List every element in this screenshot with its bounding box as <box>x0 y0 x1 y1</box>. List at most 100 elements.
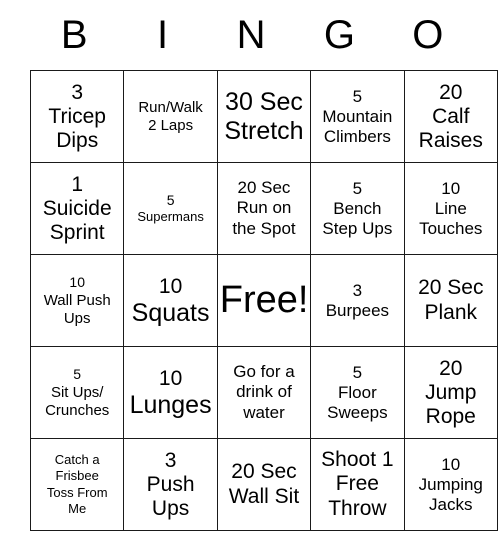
header-letter-o: O <box>412 13 444 57</box>
bingo-cell-label: Sit Ups/ Crunches <box>45 383 110 419</box>
bingo-cell-text: 10 Line Touches <box>407 178 495 239</box>
bingo-row: Catch a Frisbee Toss From Me 3 Push Ups 20 … <box>29 438 498 531</box>
bingo-cell-count: 5 <box>352 178 363 198</box>
bingo-cell-label: Wall Push Ups <box>43 291 111 327</box>
bingo-cell-count: 20 <box>439 80 463 104</box>
bingo-cell-text: 3 Tricep Dips <box>33 80 121 153</box>
bingo-cell-text: 10 Jumping Jacks <box>407 454 495 515</box>
bingo-cell[interactable]: 20 Sec Plank <box>403 254 498 347</box>
bingo-cell-count: 5 <box>73 366 82 383</box>
header-letter-g: G <box>323 13 355 57</box>
bingo-row: 5 Sit Ups/ Crunches 10 Lunges Go for a drink… <box>29 346 498 439</box>
bingo-cell-label: Tricep Dips <box>48 104 106 153</box>
bingo-cell-count: 20 <box>439 356 463 380</box>
bingo-cell[interactable]: 3 Burpees <box>310 254 405 347</box>
bingo-cell-label: Floor Sweeps <box>327 383 388 423</box>
bingo-cell-text: 3 Push Ups <box>126 448 214 521</box>
bingo-cell[interactable]: 3 Tricep Dips <box>29 70 125 163</box>
bingo-header: B I N G O <box>30 0 472 70</box>
bingo-free-label: Free! <box>219 278 309 321</box>
bingo-cell-count: 1 <box>71 172 84 196</box>
bingo-free-space[interactable]: Free! <box>216 254 312 347</box>
bingo-cell[interactable]: 30 Sec Stretch <box>216 70 312 163</box>
bingo-cell[interactable]: Go for a drink of water <box>216 346 312 439</box>
bingo-cell-count: 10 <box>441 178 461 198</box>
bingo-cell[interactable]: Catch a Frisbee Toss From Me <box>29 438 125 531</box>
bingo-cell[interactable]: Shoot 1 Free Throw <box>310 438 405 531</box>
bingo-cell-label: Lunges <box>129 390 212 419</box>
bingo-grid: 3 Tricep Dips Run/Walk 2 Laps 30 Sec Stretc… <box>29 70 498 531</box>
bingo-cell-label: Push Ups <box>146 472 195 521</box>
bingo-cell-text: 10 Lunges <box>126 366 214 419</box>
bingo-cell[interactable]: Run/Walk 2 Laps <box>123 70 218 163</box>
bingo-cell-text: 30 Sec Stretch <box>220 88 308 145</box>
bingo-cell-label: Suicide Sprint <box>42 196 112 245</box>
bingo-cell[interactable]: 5 Floor Sweeps <box>310 346 405 439</box>
bingo-cell-count: 5 <box>352 86 363 106</box>
bingo-cell-label: Jumping Jacks <box>418 475 483 515</box>
bingo-cell-label: Bench Step Ups <box>322 199 393 239</box>
bingo-cell-label: Burpees <box>325 301 390 321</box>
bingo-cell-label: 20 Sec Run on the Spot <box>232 178 296 238</box>
bingo-cell[interactable]: 10 Line Touches <box>403 162 498 255</box>
bingo-cell-text: Catch a Frisbee Toss From Me <box>33 452 121 517</box>
bingo-cell[interactable]: 10 Wall Push Ups <box>29 254 125 347</box>
bingo-cell-text: 5 Bench Step Ups <box>313 178 401 239</box>
bingo-cell[interactable]: 10 Lunges <box>123 346 218 439</box>
bingo-row: 10 Wall Push Ups 10 Squats Free! 3 Burpees 20 S… <box>29 254 498 347</box>
bingo-cell-label: Shoot 1 Free Throw <box>321 448 394 520</box>
bingo-cell-count: 3 <box>352 280 363 300</box>
bingo-cell-text: Shoot 1 Free Throw <box>313 448 401 520</box>
bingo-cell-label: Run/Walk 2 Laps <box>138 98 203 134</box>
bingo-cell-label: Supermans <box>137 209 204 225</box>
bingo-cell-text: Go for a drink of water <box>220 362 308 422</box>
bingo-cell[interactable]: 1 Suicide Sprint <box>29 162 125 255</box>
bingo-cell[interactable]: 5 Mountain Climbers <box>310 70 405 163</box>
bingo-cell-count: 10 <box>441 454 461 474</box>
bingo-cell[interactable]: 3 Push Ups <box>123 438 218 531</box>
bingo-cell[interactable]: 20 Jump Rope <box>403 346 498 439</box>
bingo-cell-text: Run/Walk 2 Laps <box>126 99 214 135</box>
bingo-cell-text: 20 Sec Plank <box>407 276 495 324</box>
bingo-cell-text: 20 Sec Wall Sit <box>220 460 308 508</box>
bingo-cell[interactable]: 20 Calf Raises <box>403 70 498 163</box>
bingo-cell-text: 20 Sec Run on the Spot <box>220 178 308 238</box>
bingo-cell-text: 5 Mountain Climbers <box>313 86 401 147</box>
bingo-cell-label: Calf Raises <box>418 104 483 153</box>
bingo-cell[interactable]: 5 Sit Ups/ Crunches <box>29 346 125 439</box>
bingo-row: 1 Suicide Sprint 5 Supermans 20 Sec Run on t… <box>29 162 498 255</box>
bingo-cell[interactable]: 5 Supermans <box>123 162 218 255</box>
bingo-cell-count: 3 <box>71 80 84 104</box>
bingo-cell[interactable]: 5 Bench Step Ups <box>310 162 405 255</box>
header-letter-b: B <box>60 13 88 57</box>
bingo-cell-label: 20 Sec Plank <box>418 276 484 324</box>
bingo-cell-text: 5 Sit Ups/ Crunches <box>33 365 121 419</box>
bingo-cell[interactable]: 10 Squats <box>123 254 218 347</box>
bingo-cell-count: 3 <box>164 448 177 472</box>
bingo-cell-count: 5 <box>166 192 175 209</box>
bingo-cell-count: 10 <box>158 274 183 298</box>
bingo-cell-label: 30 Sec Stretch <box>224 88 304 145</box>
bingo-cell-count: 10 <box>69 274 85 291</box>
bingo-cell-count: 10 <box>158 366 183 390</box>
bingo-cell[interactable]: 10 Jumping Jacks <box>403 438 498 531</box>
bingo-cell-label: 20 Sec Wall Sit <box>228 460 300 508</box>
bingo-cell-text: 1 Suicide Sprint <box>33 172 121 245</box>
bingo-cell-text: 3 Burpees <box>313 280 401 321</box>
bingo-row: 3 Tricep Dips Run/Walk 2 Laps 30 Sec Stretc… <box>29 70 498 163</box>
bingo-cell-label: Line Touches <box>419 199 483 239</box>
bingo-cell-label: Go for a drink of water <box>233 362 295 422</box>
bingo-cell-text: 10 Wall Push Ups <box>33 273 121 327</box>
bingo-cell-label: Jump Rope <box>425 380 477 429</box>
bingo-cell-text: Free! <box>219 278 309 322</box>
bingo-cell-text: 20 Jump Rope <box>407 356 495 429</box>
bingo-card: B I N G O 3 Tricep Dips Run/Walk 2 Laps 30 … <box>0 0 500 544</box>
bingo-cell-text: 20 Calf Raises <box>407 80 495 153</box>
bingo-cell[interactable]: 20 Sec Run on the Spot <box>216 162 312 255</box>
bingo-cell-text: 5 Floor Sweeps <box>313 362 401 423</box>
bingo-cell[interactable]: 20 Sec Wall Sit <box>216 438 312 531</box>
header-letter-i: I <box>157 13 169 57</box>
bingo-cell-count: 5 <box>352 362 363 382</box>
bingo-cell-label: Mountain Climbers <box>322 107 393 147</box>
bingo-cell-label: Catch a Frisbee Toss From Me <box>46 452 108 516</box>
